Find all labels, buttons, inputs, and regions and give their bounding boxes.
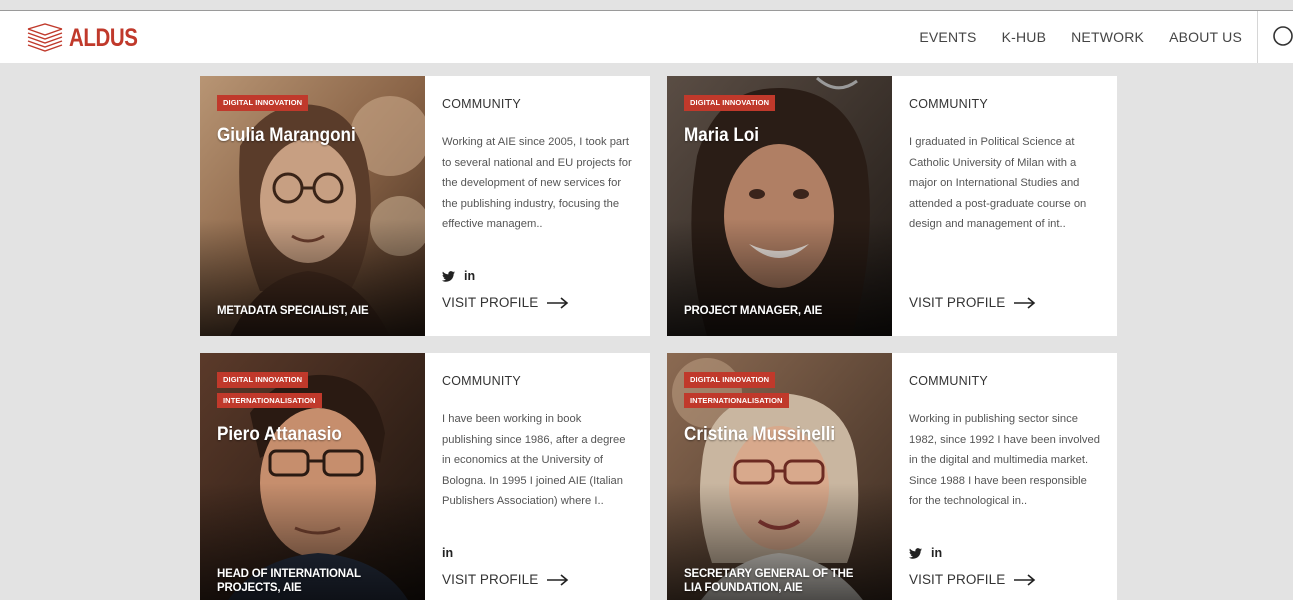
arrow-right-icon bbox=[1014, 296, 1036, 309]
person-role: SECRETARY GENERAL OF THE LIA FOUNDATION,… bbox=[684, 568, 854, 594]
nav-divider bbox=[1257, 11, 1258, 63]
visit-profile-label: VISIT PROFILE bbox=[909, 295, 1006, 310]
profile-info: COMMUNITY Working at AIE since 2005, I t… bbox=[442, 76, 642, 336]
profile-bio: Working at AIE since 2005, I took part t… bbox=[442, 136, 632, 230]
site-header: ALDUS EVENTS K-HUB NETWORK ABOUT US bbox=[0, 11, 1293, 63]
profile-card[interactable]: DIGITAL INNOVATION Maria Loi PROJECT MAN… bbox=[667, 76, 1117, 336]
section-label: COMMUNITY bbox=[442, 374, 521, 388]
section-label: COMMUNITY bbox=[909, 374, 988, 388]
main-nav: EVENTS K-HUB NETWORK ABOUT US bbox=[894, 29, 1242, 45]
brand-name: ALDUS bbox=[69, 23, 138, 52]
arrow-right-icon bbox=[547, 573, 569, 586]
visit-profile-label: VISIT PROFILE bbox=[909, 572, 1006, 587]
profile-card[interactable]: DIGITAL INNOVATION INTERNATIONALISATION … bbox=[200, 353, 650, 600]
person-name[interactable]: Cristina Mussinelli bbox=[684, 424, 835, 446]
profile-bio: I graduated in Political Science at Cath… bbox=[909, 136, 1087, 230]
profile-bio: Working in publishing sector since 1982,… bbox=[909, 413, 1100, 507]
visit-profile-link[interactable]: VISIT PROFILE bbox=[442, 295, 569, 310]
person-role: PROJECT MANAGER, AIE bbox=[684, 305, 823, 317]
person-name[interactable]: Giulia Marangoni bbox=[217, 125, 356, 147]
profile-photo[interactable]: DIGITAL INNOVATION INTERNATIONALISATION … bbox=[667, 353, 892, 600]
profile-info: COMMUNITY I graduated in Political Scien… bbox=[909, 76, 1109, 336]
person-role: METADATA SPECIALIST, AIE bbox=[217, 305, 369, 317]
visit-profile-label: VISIT PROFILE bbox=[442, 295, 539, 310]
nav-item-network[interactable]: NETWORK bbox=[1071, 29, 1144, 45]
tag-list: DIGITAL INNOVATION INTERNATIONALISATION bbox=[684, 372, 789, 413]
social-links: in bbox=[442, 269, 485, 283]
twitter-icon[interactable] bbox=[909, 547, 922, 559]
linkedin-icon[interactable]: in bbox=[442, 546, 453, 560]
profile-photo[interactable]: DIGITAL INNOVATION Maria Loi PROJECT MAN… bbox=[667, 76, 892, 336]
brand-logo[interactable]: ALDUS bbox=[26, 23, 153, 53]
section-label: COMMUNITY bbox=[909, 97, 988, 111]
profile-photo[interactable]: DIGITAL INNOVATION INTERNATIONALISATION … bbox=[200, 353, 425, 600]
visit-profile-label: VISIT PROFILE bbox=[442, 572, 539, 587]
person-role: HEAD OF INTERNATIONAL PROJECTS, AIE bbox=[217, 568, 361, 594]
tag-badge[interactable]: INTERNATIONALISATION bbox=[217, 392, 322, 408]
arrow-right-icon bbox=[1014, 573, 1036, 586]
tag-list: DIGITAL INNOVATION bbox=[217, 95, 309, 116]
person-name[interactable]: Piero Attanasio bbox=[217, 424, 342, 446]
profile-card[interactable]: DIGITAL INNOVATION Giulia Marangoni META… bbox=[200, 76, 650, 336]
profile-info: COMMUNITY I have been working in book pu… bbox=[442, 353, 642, 600]
tag-list: DIGITAL INNOVATION bbox=[684, 95, 776, 116]
tag-list: DIGITAL INNOVATION INTERNATIONALISATION bbox=[217, 372, 322, 413]
tag-badge[interactable]: DIGITAL INNOVATION bbox=[684, 95, 776, 111]
visit-profile-link[interactable]: VISIT PROFILE bbox=[909, 572, 1036, 587]
nav-item-about-us[interactable]: ABOUT US bbox=[1169, 29, 1242, 45]
books-logo-icon bbox=[27, 23, 63, 52]
nav-item-events[interactable]: EVENTS bbox=[919, 29, 976, 45]
nav-item-k-hub[interactable]: K-HUB bbox=[1002, 29, 1047, 45]
social-links: in bbox=[909, 546, 952, 560]
linkedin-icon[interactable]: in bbox=[464, 269, 475, 283]
tag-badge[interactable]: DIGITAL INNOVATION bbox=[684, 372, 776, 388]
tag-badge[interactable]: DIGITAL INNOVATION bbox=[217, 372, 309, 388]
profile-card[interactable]: DIGITAL INNOVATION INTERNATIONALISATION … bbox=[667, 353, 1117, 600]
visit-profile-link[interactable]: VISIT PROFILE bbox=[909, 295, 1036, 310]
visit-profile-link[interactable]: VISIT PROFILE bbox=[442, 572, 569, 587]
profile-info: COMMUNITY Working in publishing sector s… bbox=[909, 353, 1109, 600]
tag-badge[interactable]: INTERNATIONALISATION bbox=[684, 392, 789, 408]
section-label: COMMUNITY bbox=[442, 97, 521, 111]
profile-photo[interactable]: DIGITAL INNOVATION Giulia Marangoni META… bbox=[200, 76, 425, 336]
twitter-icon[interactable] bbox=[442, 270, 455, 282]
search-icon[interactable] bbox=[1272, 25, 1293, 47]
social-links: in bbox=[442, 546, 463, 560]
profile-bio: I have been working in book publishing s… bbox=[442, 413, 626, 507]
tag-badge[interactable]: DIGITAL INNOVATION bbox=[217, 95, 309, 111]
linkedin-icon[interactable]: in bbox=[931, 546, 942, 560]
arrow-right-icon bbox=[547, 296, 569, 309]
person-name[interactable]: Maria Loi bbox=[684, 125, 759, 147]
